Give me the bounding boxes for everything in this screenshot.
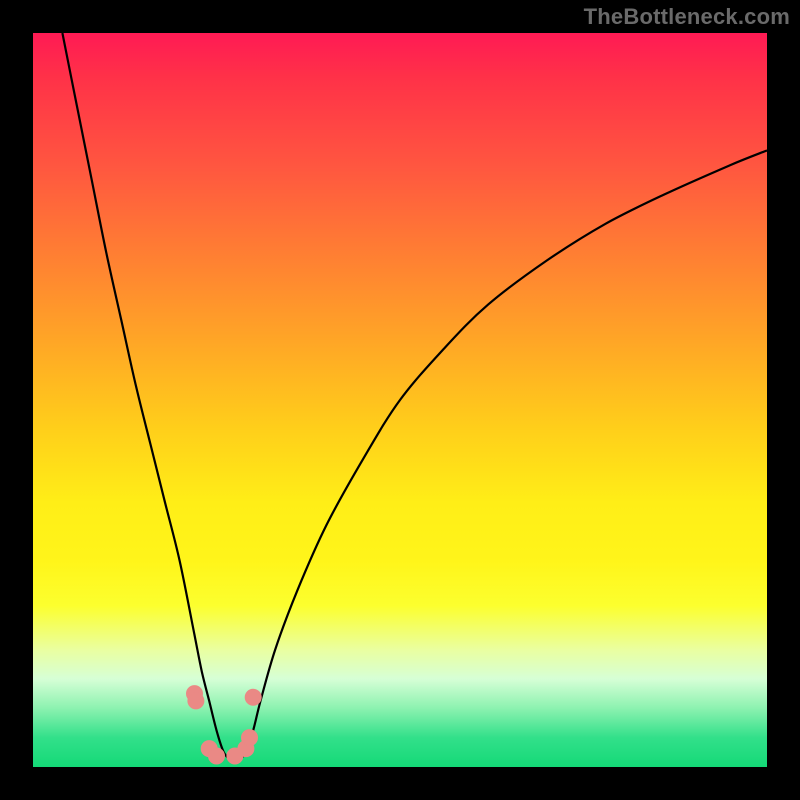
bottleneck-curve	[62, 33, 767, 761]
watermark-text: TheBottleneck.com	[584, 4, 790, 30]
curve-marker	[242, 730, 258, 746]
plot-area	[33, 33, 767, 767]
curve-marker	[209, 748, 225, 764]
curve-markers	[187, 686, 262, 764]
curve-svg	[33, 33, 767, 767]
curve-marker	[188, 693, 204, 709]
chart-frame: TheBottleneck.com	[0, 0, 800, 800]
curve-marker	[245, 689, 261, 705]
